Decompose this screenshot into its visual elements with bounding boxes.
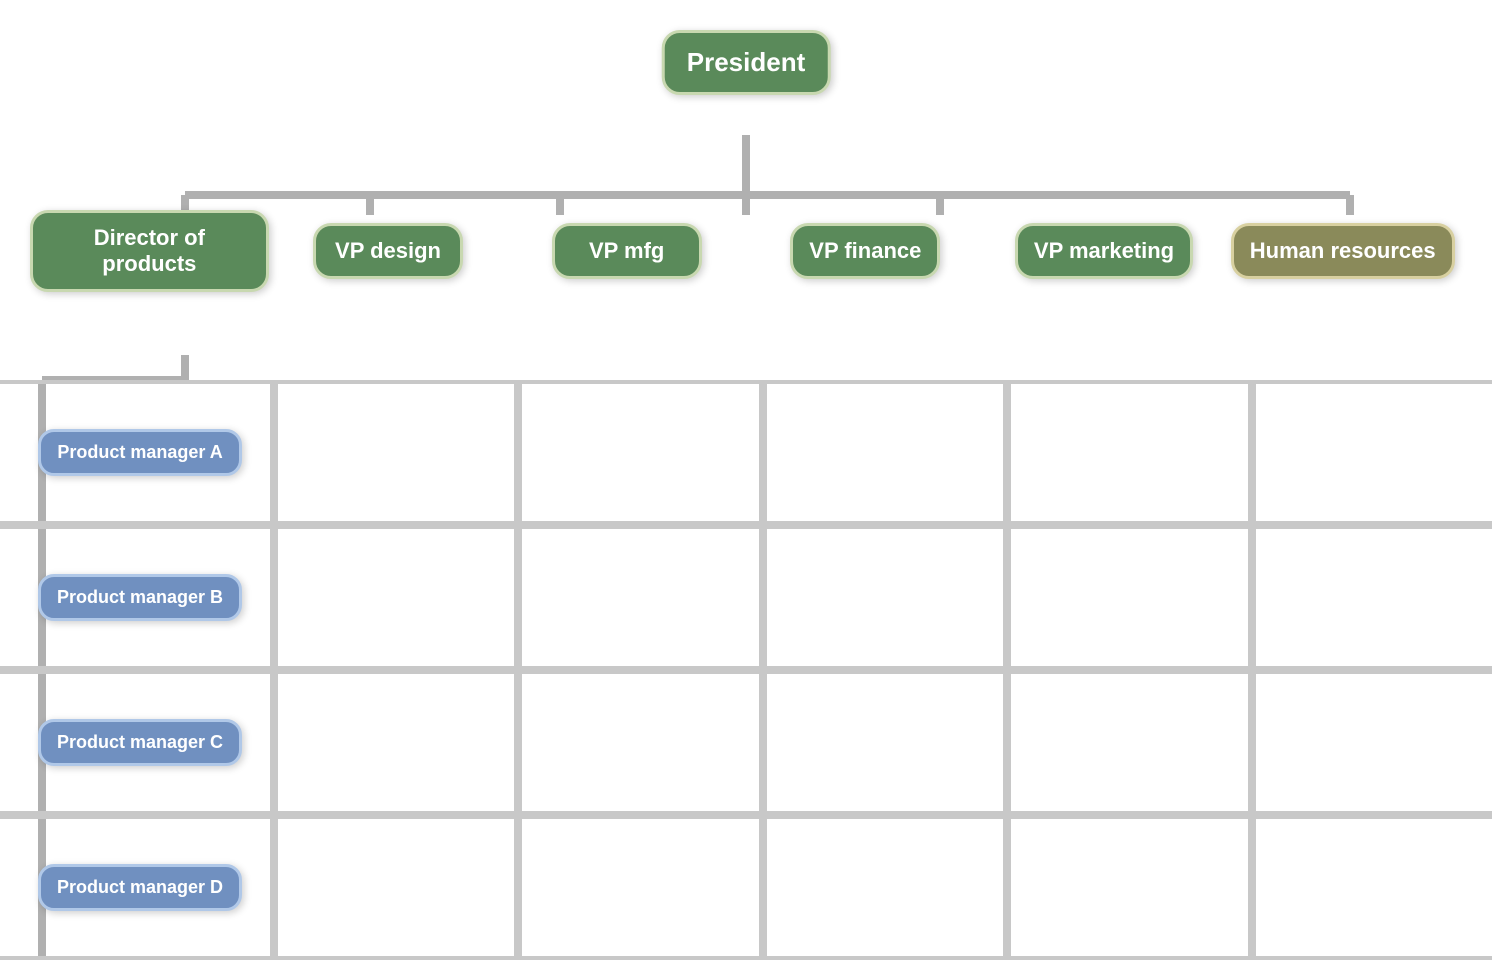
- pm-d-cell: Product manager D: [0, 815, 274, 960]
- pm-a-node: Product manager A: [38, 429, 241, 476]
- pm-d-node: Product manager D: [38, 864, 242, 911]
- vp-finance-node: VP finance: [790, 223, 940, 279]
- president-node: President: [662, 30, 831, 95]
- matrix-cell-4-5: [1007, 815, 1251, 960]
- matrix-row-2: Product manager B: [0, 525, 1492, 670]
- matrix-row-4: Product manager D: [0, 815, 1492, 960]
- matrix-cell-1-5: [1007, 380, 1251, 525]
- pm-b-node: Product manager B: [38, 574, 242, 621]
- pm-a-cell: Product manager A: [0, 380, 274, 525]
- matrix-cell-3-2: [274, 670, 518, 815]
- matrix-cell-4-4: [763, 815, 1007, 960]
- vp-design-cell: VP design: [269, 223, 508, 279]
- vp-design-node: VP design: [313, 223, 463, 279]
- matrix-cell-2-3: [518, 525, 762, 670]
- director-cell: Director of products: [30, 210, 269, 292]
- matrix-cell-1-2: [274, 380, 518, 525]
- vp-row: Director of products VP design VP mfg VP…: [0, 210, 1492, 292]
- vp-mfg-cell: VP mfg: [507, 223, 746, 279]
- matrix-cell-3-3: [518, 670, 762, 815]
- org-chart: President Director of products VP design…: [0, 0, 1492, 963]
- vp-finance-cell: VP finance: [746, 223, 985, 279]
- hr-node: Human resources: [1231, 223, 1455, 279]
- matrix-cell-4-2: [274, 815, 518, 960]
- vp-mfg-node: VP mfg: [552, 223, 702, 279]
- matrix-cell-2-6: [1252, 525, 1492, 670]
- matrix-cell-2-2: [274, 525, 518, 670]
- matrix-cell-1-4: [763, 380, 1007, 525]
- hr-cell: Human resources: [1223, 223, 1462, 279]
- matrix-cell-1-3: [518, 380, 762, 525]
- pm-c-cell: Product manager C: [0, 670, 274, 815]
- matrix-cell-4-6: [1252, 815, 1492, 960]
- matrix-cell-1-6: [1252, 380, 1492, 525]
- matrix-row-1: Product manager A: [0, 380, 1492, 525]
- matrix-cell-2-5: [1007, 525, 1251, 670]
- matrix-cell-3-6: [1252, 670, 1492, 815]
- president-label: President: [662, 30, 831, 95]
- matrix-cell-2-4: [763, 525, 1007, 670]
- matrix-row-3: Product manager C: [0, 670, 1492, 815]
- director-node: Director of products: [30, 210, 269, 292]
- matrix-cell-3-5: [1007, 670, 1251, 815]
- pm-c-node: Product manager C: [38, 719, 242, 766]
- vp-marketing-cell: VP marketing: [985, 223, 1224, 279]
- matrix-container: Product manager A Product manager B Prod…: [0, 380, 1492, 960]
- matrix-cell-4-3: [518, 815, 762, 960]
- pm-b-cell: Product manager B: [0, 525, 274, 670]
- matrix-cell-3-4: [763, 670, 1007, 815]
- vp-marketing-node: VP marketing: [1015, 223, 1193, 279]
